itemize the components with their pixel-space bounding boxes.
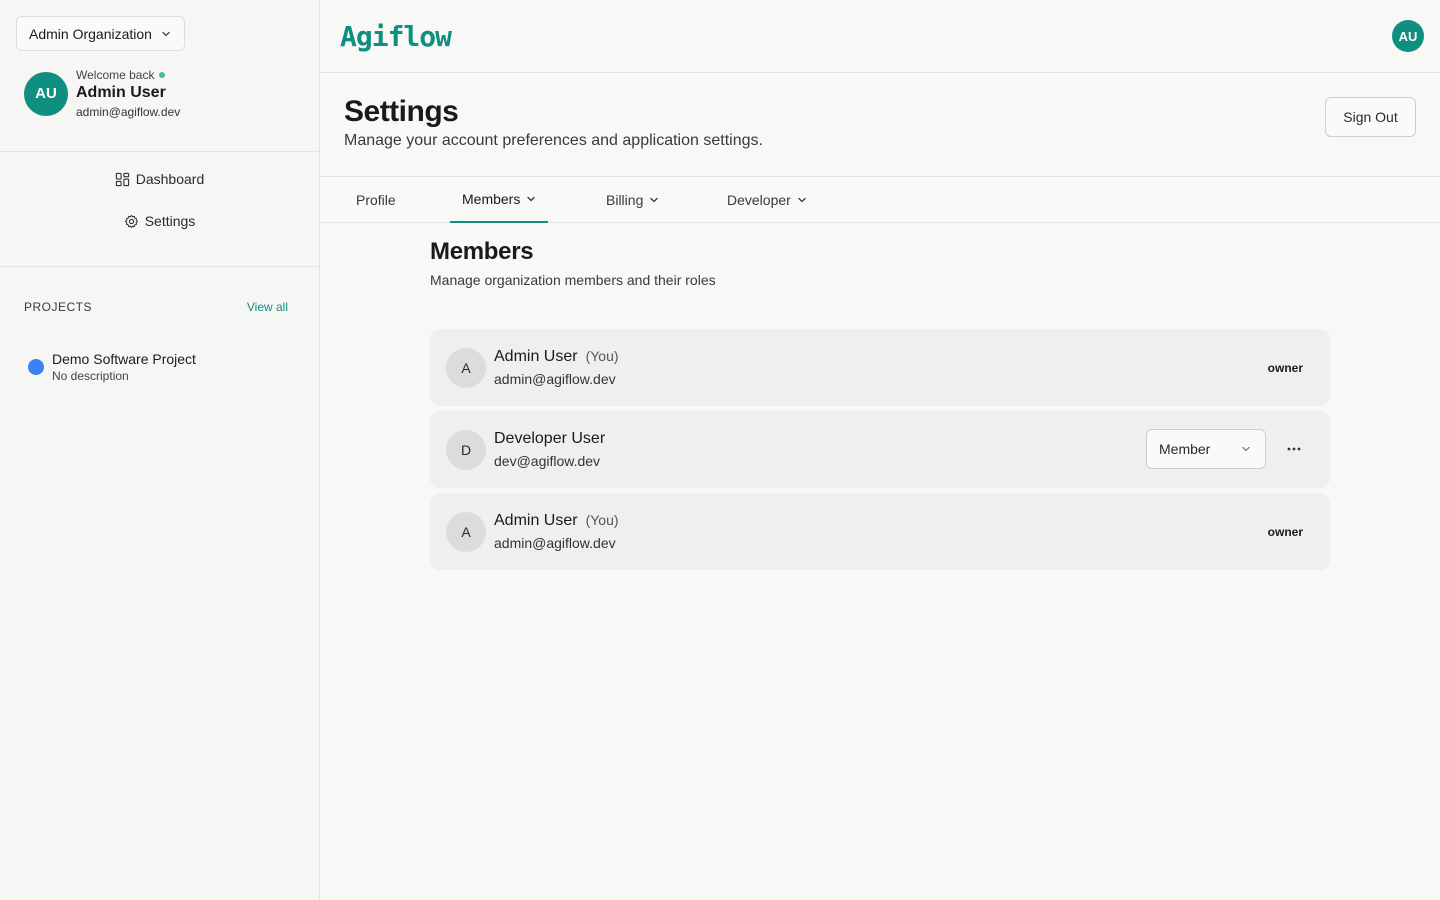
org-name: Admin Organization [29, 25, 152, 42]
tab-label: Billing [606, 192, 644, 208]
topbar: Agiflow AU [320, 0, 1440, 73]
logo[interactable]: Agiflow [340, 20, 452, 53]
sidebar-item-label: Dashboard [135, 171, 205, 187]
page-header: Settings Manage your account preferences… [320, 73, 1440, 177]
welcome-text: Welcome back [76, 68, 155, 82]
projects-header: PROJECTS View all [24, 300, 288, 314]
dashboard-grid-icon [115, 172, 129, 186]
settings-tabs: Profile Members Billing Developer [320, 177, 1440, 223]
member-row: A Admin User (You) admin@agiflow.dev own… [430, 329, 1330, 406]
member-email: dev@agiflow.dev [494, 453, 601, 469]
member-email: admin@agiflow.dev [494, 371, 616, 387]
page-subtitle: Manage your account preferences and appl… [344, 132, 763, 149]
user-name: Admin User [76, 84, 166, 101]
member-name: Admin User [494, 512, 578, 529]
divider [0, 266, 319, 267]
role-select[interactable]: Member [1146, 429, 1266, 469]
welcome-line: Welcome back [76, 68, 180, 82]
member-row: A Admin User (You) admin@agiflow.dev own… [430, 493, 1330, 570]
section-title: Members [430, 238, 534, 265]
avatar[interactable]: AU [24, 71, 68, 116]
tab-label: Members [462, 191, 521, 207]
ellipsis-icon [1287, 447, 1301, 451]
more-options-button[interactable] [1282, 439, 1306, 459]
sign-out-button[interactable]: Sign Out [1325, 97, 1416, 137]
page-title: Settings [344, 95, 459, 128]
org-switcher[interactable]: Admin Organization [16, 16, 185, 51]
sidebar: Admin Organization AU Welcome back Admin… [0, 0, 320, 900]
project-color-dot [28, 359, 44, 375]
tab-billing[interactable]: Billing [606, 177, 659, 223]
user-avatar[interactable]: AU [1392, 20, 1424, 52]
project-name: Demo Software Project [52, 351, 196, 367]
role-select-value: Member [1159, 441, 1211, 457]
you-tag: (You) [585, 512, 619, 528]
member-email: admin@agiflow.dev [494, 535, 616, 551]
project-description: No description [52, 369, 129, 383]
user-block: AU Welcome back Admin User admin@agiflow… [24, 68, 180, 119]
member-avatar: A [446, 511, 486, 552]
user-email: admin@agiflow.dev [76, 105, 181, 119]
member-role: owner [1267, 524, 1303, 539]
main-content: Agiflow AU Settings Manage your account … [320, 0, 1440, 900]
projects-title: PROJECTS [24, 300, 93, 314]
tab-label: Profile [356, 192, 396, 208]
tab-members[interactable]: Members [450, 177, 549, 223]
chevron-down-icon [162, 31, 170, 36]
sidebar-nav: Dashboard Settings [0, 168, 319, 232]
you-tag: (You) [585, 348, 619, 364]
chevron-down-icon [1242, 446, 1250, 452]
member-name: Admin User [494, 348, 578, 365]
project-item[interactable]: Demo Software Project No description [28, 351, 196, 383]
section-subtitle: Manage organization members and their ro… [430, 272, 716, 288]
gear-icon [124, 214, 138, 228]
online-status-icon [159, 72, 166, 78]
chevron-down-icon [650, 197, 659, 203]
sidebar-item-dashboard[interactable]: Dashboard [115, 168, 205, 190]
member-row: D Developer User dev@agiflow.dev Member [430, 411, 1330, 488]
sidebar-item-label: Settings [144, 213, 196, 229]
member-avatar: A [446, 347, 486, 388]
tab-profile[interactable]: Profile [356, 177, 396, 223]
member-name: Developer User [494, 430, 606, 447]
tab-developer[interactable]: Developer [727, 177, 807, 223]
chevron-down-icon [798, 197, 806, 203]
members-section-header: Members Manage organization members and … [430, 238, 1330, 288]
member-avatar: D [446, 429, 486, 470]
tab-label: Developer [727, 192, 791, 208]
member-role: owner [1267, 360, 1303, 375]
members-list: A Admin User (You) admin@agiflow.dev own… [430, 329, 1330, 570]
sidebar-item-settings[interactable]: Settings [124, 210, 196, 232]
view-all-link[interactable]: View all [247, 300, 288, 314]
chevron-down-icon [527, 196, 536, 202]
divider [0, 151, 319, 152]
